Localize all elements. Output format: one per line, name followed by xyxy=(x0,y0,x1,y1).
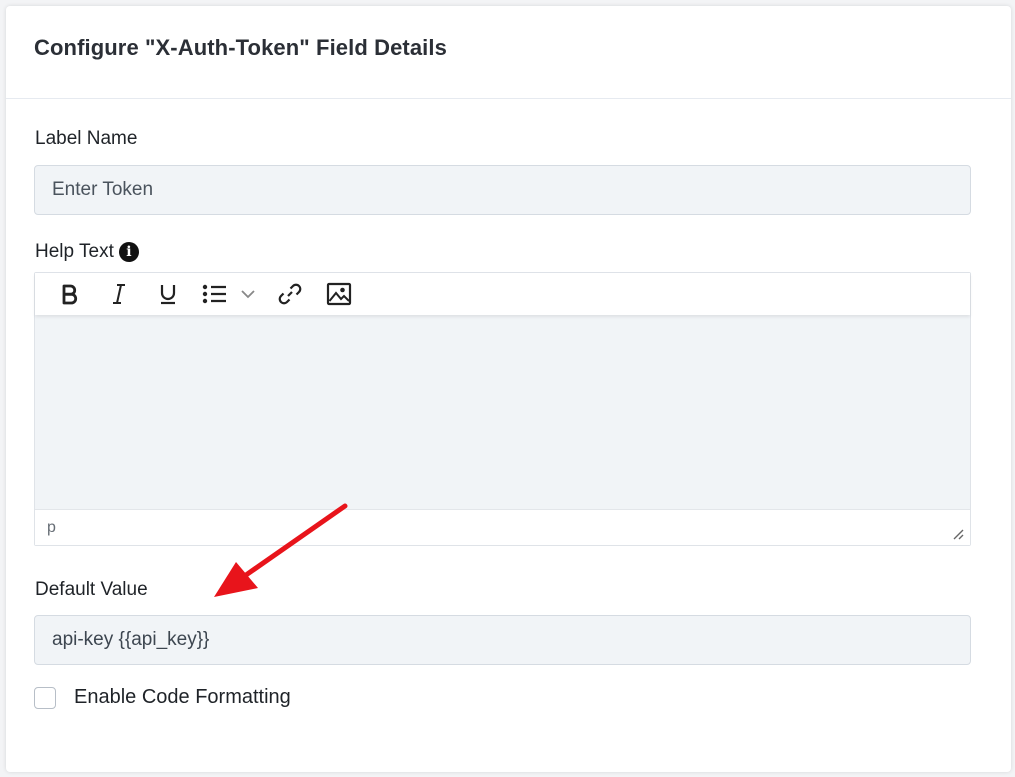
default-value-text: Default Value xyxy=(35,579,148,600)
italic-icon xyxy=(113,284,125,304)
help-text-editor: p xyxy=(34,272,971,546)
label-name-text: Label Name xyxy=(35,128,138,149)
resize-handle-icon[interactable] xyxy=(950,526,964,540)
bold-icon xyxy=(62,284,78,305)
image-button[interactable] xyxy=(318,276,360,312)
underline-button[interactable] xyxy=(147,276,189,312)
bullet-list-icon xyxy=(202,284,226,304)
link-button[interactable] xyxy=(269,276,311,312)
italic-button[interactable] xyxy=(98,276,140,312)
editor-toolbar xyxy=(35,273,970,315)
bold-button[interactable] xyxy=(49,276,91,312)
editor-statusbar: p xyxy=(35,509,970,545)
editor-content-area[interactable] xyxy=(35,315,970,510)
bullet-list-button[interactable] xyxy=(196,276,262,312)
label-name-input[interactable] xyxy=(34,165,971,215)
chevron-down-icon[interactable] xyxy=(240,288,256,300)
modal-header: Configure "X-Auth-Token" Field Details xyxy=(6,6,1011,99)
default-value-input[interactable] xyxy=(34,615,971,665)
help-text-text: Help Text xyxy=(35,241,114,262)
image-icon xyxy=(326,282,352,306)
info-circle-icon[interactable]: i xyxy=(118,242,139,262)
link-icon xyxy=(278,283,302,305)
underline-icon xyxy=(160,285,176,305)
code-formatting-checkbox[interactable] xyxy=(34,686,56,709)
modal-title: Configure "X-Auth-Token" Field Details xyxy=(34,35,447,60)
element-path[interactable]: p xyxy=(47,519,56,537)
code-formatting-label[interactable]: Enable Code Formatting xyxy=(74,686,291,709)
default-value-label: Default Value xyxy=(35,579,148,601)
code-formatting-row: Enable Code Formatting xyxy=(34,686,291,709)
help-text-label: Help Text i xyxy=(35,241,139,263)
label-name-label: Label Name xyxy=(35,128,137,150)
